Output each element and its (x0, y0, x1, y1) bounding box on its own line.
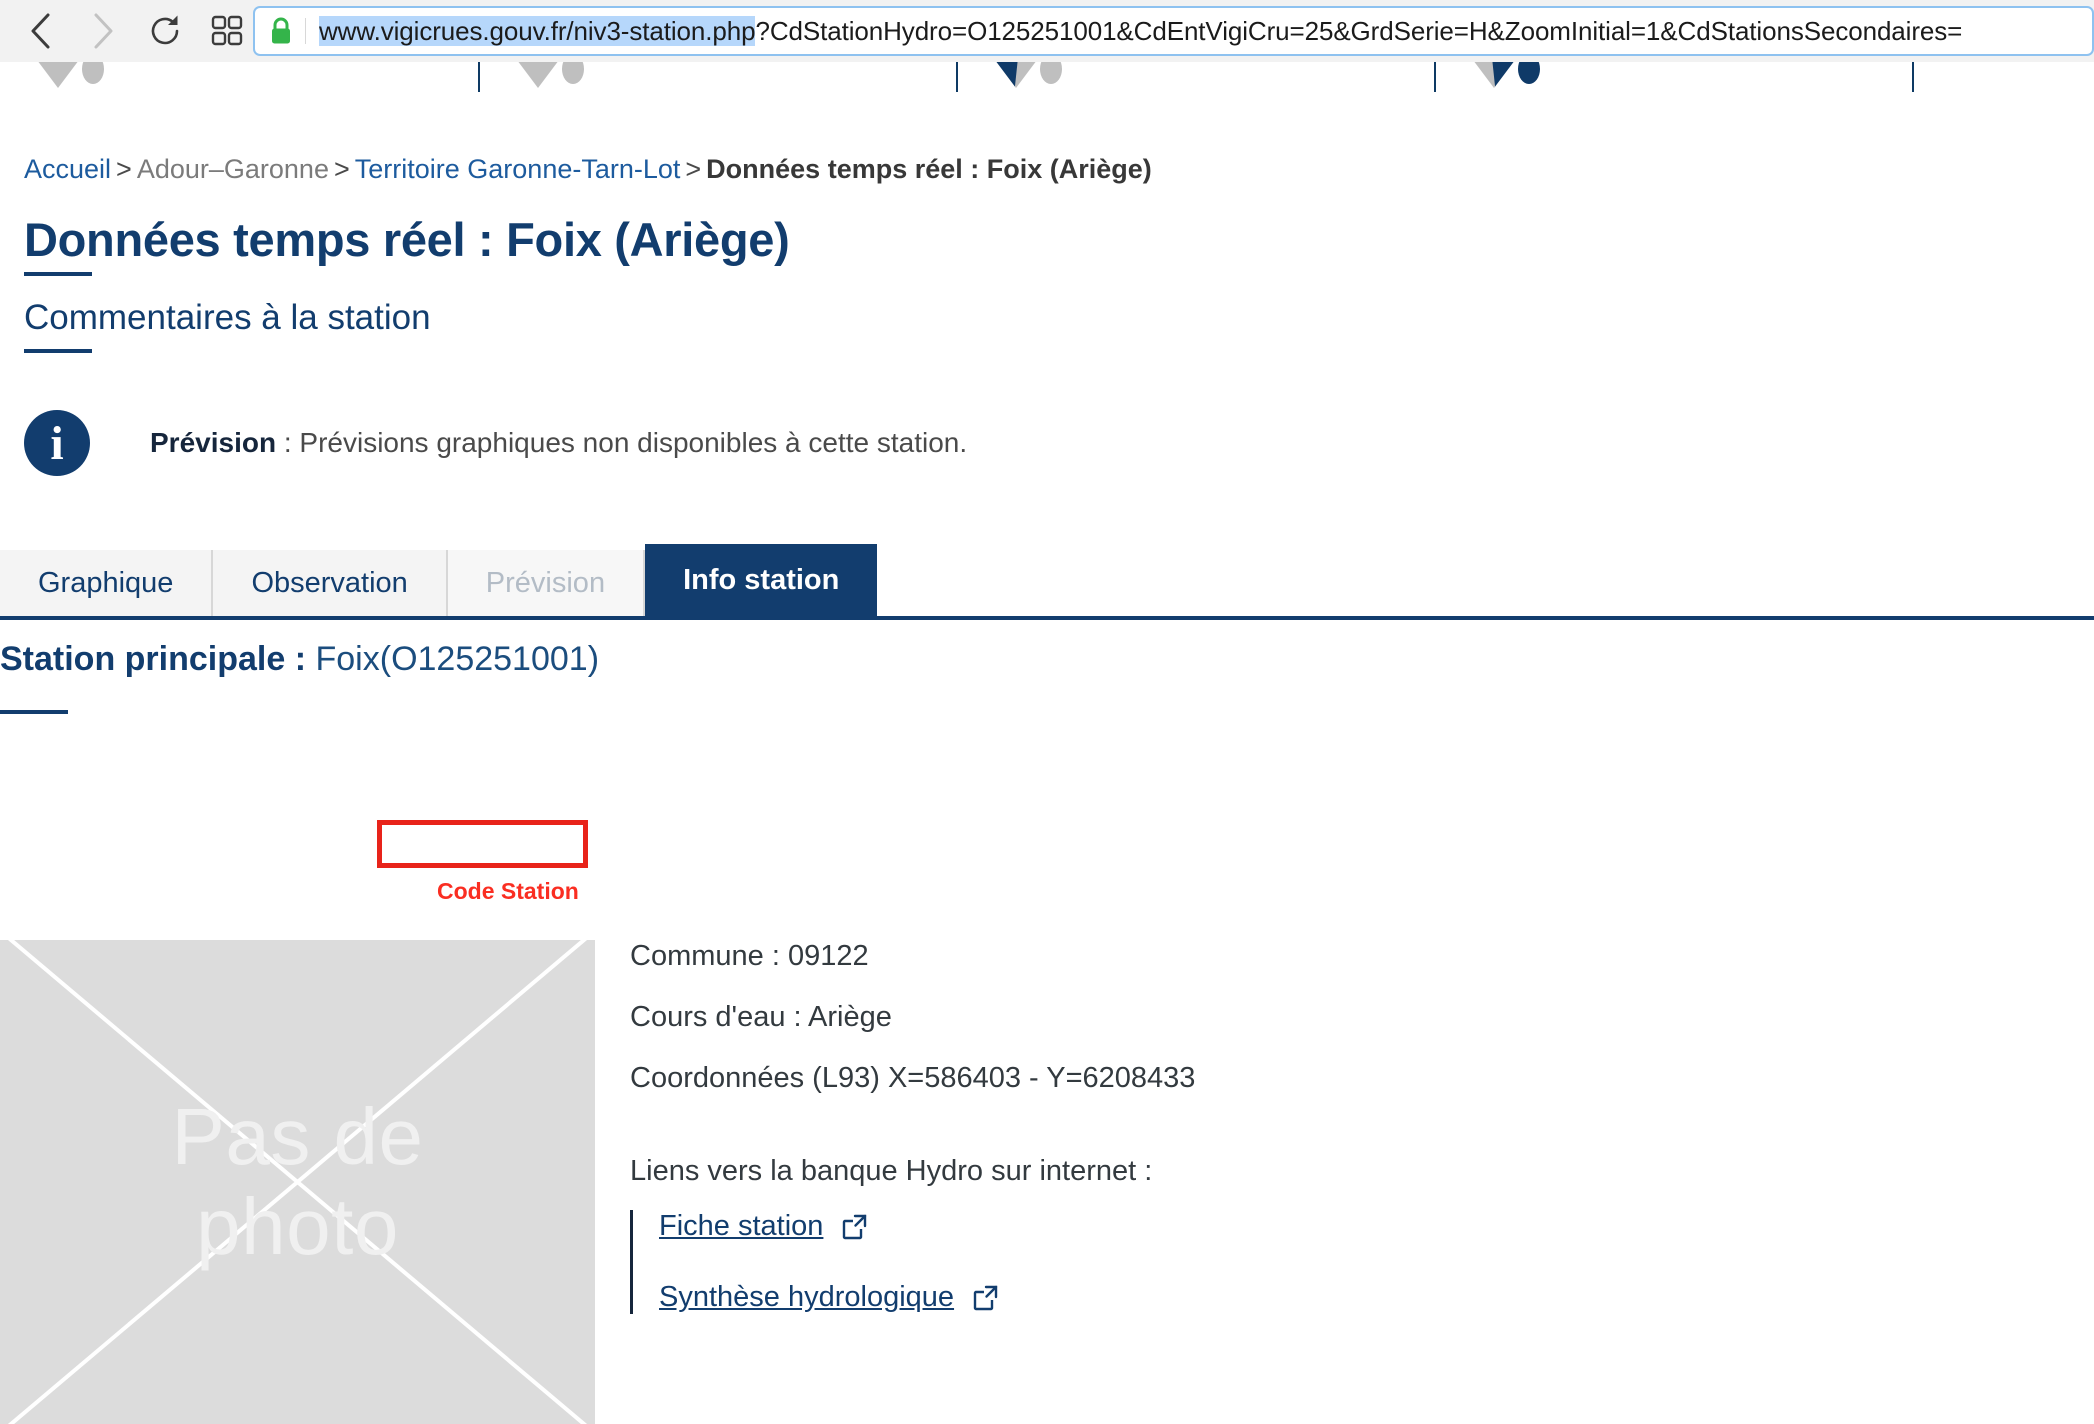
station-code: O125251001 (391, 640, 588, 678)
station-marker-mixed-icon (1464, 62, 1540, 88)
info-icon-glyph: i (50, 416, 64, 470)
address-bar-url-selected: www.vigicrues.gouv.fr/niv3-station.php (319, 15, 756, 46)
station-principale-label: Station principale : (0, 640, 307, 678)
notice-text: Prévision : Prévisions graphiques non di… (150, 427, 967, 459)
station-paren-open: ( (379, 640, 392, 678)
detail-links-list: Fiche station Synthèse hydrologique (630, 1210, 1195, 1314)
marker-cell (1434, 62, 1912, 92)
page-title: Données temps réel : Foix (Ariège) (24, 213, 790, 266)
lock-icon (269, 16, 293, 46)
station-marker-blue-icon (986, 62, 1062, 88)
list-item: Synthèse hydrologique (659, 1281, 1195, 1314)
breadcrumb-item-accueil[interactable]: Accueil (24, 154, 111, 184)
section-title-commentaires: Commentaires à la station (24, 298, 431, 337)
breadcrumb-separator: > (333, 154, 350, 184)
station-tabs: Graphique Observation Prévision Info sta… (0, 544, 878, 616)
link-fiche-station[interactable]: Fiche station (659, 1210, 823, 1243)
tab-observation[interactable]: Observation (213, 550, 448, 616)
tabs-overview-icon[interactable] (196, 8, 258, 54)
address-bar-divider (305, 18, 306, 44)
tab-info-station[interactable]: Info station (645, 544, 878, 616)
code-station-annotation-label: Code Station (437, 878, 579, 904)
notice-prevision: i Prévision : Prévisions graphiques non … (24, 410, 967, 476)
station-name: Foix (315, 640, 380, 678)
photo-placeholder-line2: photo (196, 1182, 399, 1271)
back-button[interactable] (10, 8, 72, 54)
detail-commune: Commune : 09122 (630, 940, 869, 972)
navigation-buttons (0, 8, 258, 54)
breadcrumb-separator: > (116, 154, 132, 184)
breadcrumb-separator: > (685, 154, 702, 184)
detail-links-heading: Liens vers la banque Hydro sur internet … (630, 1155, 1153, 1187)
breadcrumb-item-current: Données temps réel : Foix (Ariège) (706, 154, 1152, 184)
list-item: Fiche station (659, 1210, 1195, 1243)
tab-prevision: Prévision (447, 550, 646, 616)
marker-cell (1912, 62, 2094, 92)
station-marker-grey-icon (28, 62, 104, 88)
marker-cell (956, 62, 1434, 92)
photo-placeholder-text: Pas de photo (0, 940, 595, 1424)
external-link-icon[interactable] (970, 1283, 1000, 1313)
station-marker-grey-icon (508, 62, 584, 88)
reload-button[interactable] (134, 8, 196, 54)
breadcrumb-item-adour-garonne[interactable]: Adour–Garonne (137, 154, 329, 184)
browser-toolbar: www.vigicrues.gouv.fr/niv3-station.php?C… (0, 0, 2094, 62)
address-bar[interactable]: www.vigicrues.gouv.fr/niv3-station.php?C… (253, 6, 2094, 56)
station-principale-line: Station principale : Foix(O125251001) (0, 640, 599, 679)
notice-label: Prévision (150, 427, 277, 458)
link-synthese-hydrologique[interactable]: Synthèse hydrologique (659, 1281, 954, 1314)
station-line-underline (0, 710, 68, 714)
photo-placeholder-line1: Pas de (171, 1092, 424, 1182)
address-bar-url[interactable]: www.vigicrues.gouv.fr/niv3-station.php?C… (319, 15, 1963, 47)
external-link-icon[interactable] (839, 1212, 869, 1242)
section-title-underline (24, 349, 92, 353)
marker-cell (0, 62, 478, 92)
address-bar-url-rest: ?CdStationHydro=O125251001&CdEntVigiCru=… (755, 15, 1963, 46)
station-photo-placeholder: Pas de photo (0, 940, 595, 1424)
marker-cell (478, 62, 956, 92)
tabs-underline (0, 616, 2094, 620)
detail-cours-deau: Cours d'eau : Ariège (630, 1001, 892, 1033)
breadcrumb: Accueil > Adour–Garonne > Territoire Garonne… (24, 154, 1152, 185)
tab-graphique[interactable]: Graphique (0, 550, 214, 616)
detail-coordonnees: Coordonnées (L93) X=586403 - Y=6208433 (630, 1062, 1196, 1094)
clipped-station-marker-strip (0, 62, 2094, 92)
code-station-annotation-box (377, 820, 588, 868)
forward-button[interactable] (72, 8, 134, 54)
breadcrumb-item-territoire[interactable]: Territoire Garonne-Tarn-Lot (355, 154, 681, 184)
notice-body: : Prévisions graphiques non disponibles … (276, 427, 968, 458)
info-icon: i (24, 410, 90, 476)
page-title-underline (24, 272, 92, 276)
station-details: Commune : 09122 Cours d'eau : Ariège Coo… (630, 940, 1195, 1314)
station-paren-close: ) (587, 640, 600, 678)
